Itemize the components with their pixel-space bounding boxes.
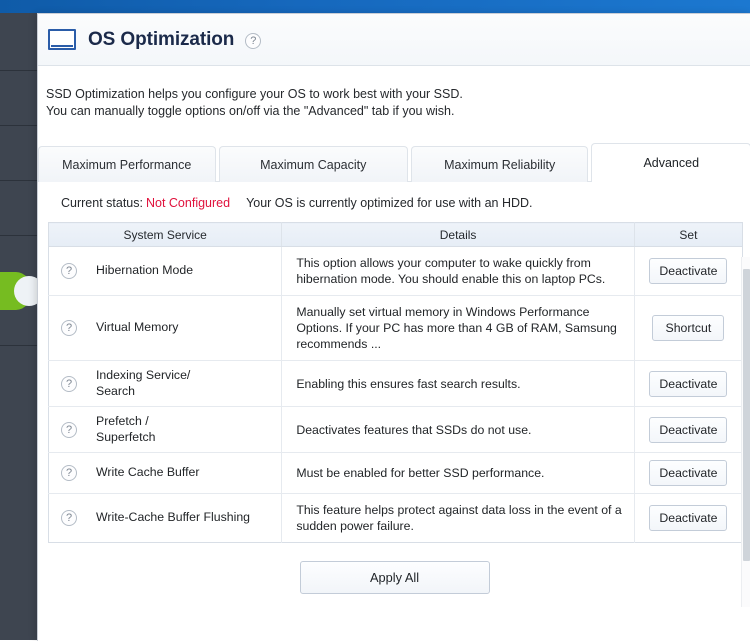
app-sidebar[interactable]	[0, 13, 37, 640]
cell-details: Deactivates features that SSDs do not us…	[281, 406, 635, 453]
cell-system-service: ? Hibernation Mode	[48, 246, 283, 296]
set-action-button[interactable]: Shortcut	[652, 315, 725, 341]
cell-details: Manually set virtual memory in Windows P…	[281, 295, 635, 361]
set-action-button[interactable]: Deactivate	[649, 370, 728, 397]
description-line-1: SSD Optimization helps you configure you…	[46, 87, 463, 101]
cell-system-service: ? Virtual Memory	[48, 295, 283, 361]
tab-label: Maximum Reliability	[444, 157, 556, 172]
set-action-button[interactable]: Deactivate	[649, 416, 728, 443]
sidebar-divider	[0, 70, 37, 71]
service-details: This option allows your computer to wake…	[296, 256, 606, 286]
service-name: Write-Cache Buffer Flushing	[96, 510, 251, 525]
app-title-bar	[0, 0, 750, 13]
tab-label: Maximum Performance	[62, 157, 192, 172]
service-details: This feature helps protect against data …	[296, 503, 622, 533]
table-row: ? Write Cache Buffer Must be enabled for b…	[48, 452, 743, 494]
tab-advanced[interactable]: Advanced	[591, 143, 750, 182]
status-note: Your OS is currently optimized for use w…	[246, 196, 533, 210]
service-details: Deactivates features that SSDs do not us…	[296, 422, 532, 437]
service-details: Manually set virtual memory in Windows P…	[296, 305, 617, 351]
table-row: ? Prefetch / Superfetch Deactivates featur…	[48, 406, 743, 453]
service-name: Hibernation Mode	[96, 263, 194, 278]
question-mark-icon[interactable]: ?	[61, 320, 77, 336]
service-table-container: System Service Details Set ? Hibernation …	[48, 222, 743, 543]
table-body: ? Hibernation Mode This option allows your…	[48, 246, 743, 543]
question-mark-icon[interactable]: ?	[61, 421, 77, 438]
table-header: System Service Details Set	[48, 222, 743, 247]
service-details: Must be enabled for better SSD performan…	[296, 466, 545, 480]
tab-maximum-performance[interactable]: Maximum Performance	[38, 146, 216, 182]
cell-details: This option allows your computer to wake…	[281, 246, 635, 296]
service-name: Indexing Service/ Search	[96, 368, 191, 398]
tab-label: Advanced	[643, 156, 700, 170]
question-mark-icon[interactable]: ?	[61, 510, 77, 526]
tab-maximum-reliability[interactable]: Maximum Reliability	[410, 146, 589, 182]
help-icon[interactable]: ?	[245, 33, 262, 49]
service-name: Virtual Memory	[96, 320, 179, 335]
cell-set: Deactivate	[634, 406, 743, 453]
status-row: Current status: Not Configured Your OS is …	[38, 182, 750, 222]
cell-details: Must be enabled for better SSD performan…	[281, 452, 635, 494]
cell-system-service: ? Prefetch / Superfetch	[48, 406, 283, 453]
cell-set: Deactivate	[634, 246, 743, 296]
apply-all-button[interactable]: Apply All	[299, 561, 490, 594]
set-action-button[interactable]: Deactivate	[649, 460, 728, 486]
table-row: ? Virtual Memory Manually set virtual memo…	[48, 295, 743, 361]
column-header-system-service: System Service	[48, 222, 283, 247]
table-row: ? Write-Cache Buffer Flushing This feature…	[48, 493, 743, 543]
cell-set: Deactivate	[634, 452, 743, 494]
column-header-details: Details	[281, 222, 635, 247]
cell-system-service: ? Indexing Service/ Search	[48, 360, 283, 407]
question-mark-icon[interactable]: ?	[61, 465, 77, 481]
cell-system-service: ? Write Cache Buffer	[48, 452, 283, 494]
dialog-description: SSD Optimization helps you configure you…	[38, 66, 750, 120]
sidebar-divider	[0, 180, 37, 181]
page-title: OS Optimization	[88, 28, 235, 50]
monitor-icon	[48, 29, 76, 50]
description-line-2: You can manually toggle options on/off v…	[46, 104, 455, 118]
table-header-row: System Service Details Set	[48, 222, 743, 247]
content-scrollbar-thumb[interactable]	[743, 269, 750, 561]
sidebar-divider	[0, 125, 37, 126]
tab-label: Maximum Capacity	[260, 157, 367, 172]
dialog-footer: Apply All	[38, 543, 750, 594]
sidebar-divider	[0, 235, 37, 236]
question-mark-icon[interactable]: ?	[61, 263, 77, 279]
table-row: ? Indexing Service/ Search Enabling this e…	[48, 360, 743, 407]
status-badge: Not Configured	[145, 196, 231, 210]
column-header-set: Set	[634, 222, 743, 247]
content-scrollbar[interactable]	[741, 257, 750, 607]
status-label: Current status:	[61, 196, 143, 210]
cell-details: Enabling this ensures fast search result…	[281, 360, 635, 407]
dialog-header: OS Optimization ?	[38, 14, 750, 66]
service-name: Write Cache Buffer	[96, 465, 200, 480]
table-row: ? Hibernation Mode This option allows your…	[48, 246, 743, 296]
sidebar-divider	[0, 345, 37, 346]
cell-system-service: ? Write-Cache Buffer Flushing	[48, 493, 283, 543]
set-action-button[interactable]: Deactivate	[649, 505, 728, 531]
cell-set: Shortcut	[634, 295, 743, 361]
cell-details: This feature helps protect against data …	[281, 493, 635, 543]
question-mark-icon[interactable]: ?	[61, 375, 77, 392]
service-table: System Service Details Set ? Hibernation …	[48, 222, 743, 543]
service-details: Enabling this ensures fast search result…	[296, 376, 521, 391]
tab-strip: Maximum Performance Maximum Capacity Max…	[38, 143, 750, 182]
cell-set: Deactivate	[634, 493, 743, 543]
sidebar-active-indicator-icon	[0, 272, 44, 310]
os-optimization-dialog: OS Optimization ? SSD Optimization helps…	[37, 13, 750, 641]
set-action-button[interactable]: Deactivate	[649, 258, 728, 284]
service-name: Prefetch / Superfetch	[96, 414, 156, 444]
tab-maximum-capacity[interactable]: Maximum Capacity	[218, 146, 408, 182]
cell-set: Deactivate	[634, 360, 743, 407]
